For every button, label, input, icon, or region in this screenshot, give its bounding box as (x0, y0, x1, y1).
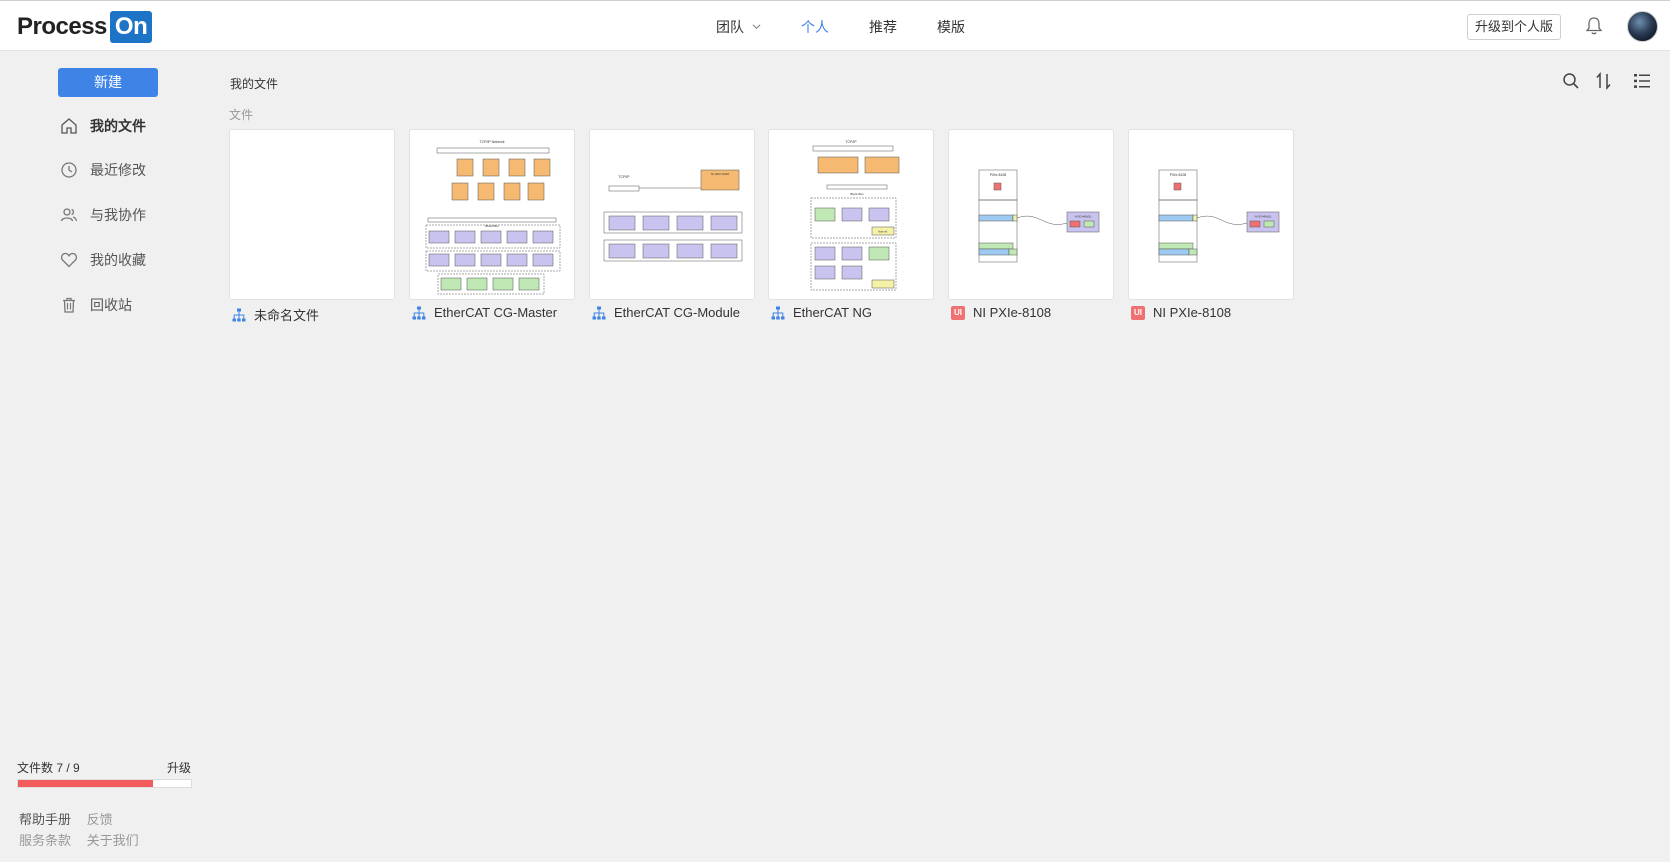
file-count-label: 文件数 7 / 9 (17, 761, 80, 775)
file-card[interactable]: TCP/IP Network Block Bus EtherCAT CG-Mas… (409, 129, 575, 320)
quota-upgrade-link[interactable]: 升级 (167, 759, 191, 776)
file-thumbnail[interactable]: TCP/IP NI cRIO 9022 (589, 129, 755, 300)
file-name[interactable]: EtherCAT CG-Master (434, 305, 557, 320)
clock-icon (61, 162, 77, 178)
file-card[interactable]: TCP/IP NI cRIO 9022 EtherCAT CG-Module (589, 129, 755, 320)
pxie-thumbnail: PXIe-8108 NI 9144(M1) (1158, 169, 1280, 263)
ethercat-module-thumbnail: TCP/IP NI cRIO 9022 (603, 169, 743, 262)
pxie-thumbnail: PXIe-8108 NI 9144(M1) (978, 169, 1100, 263)
sidebar-item-label: 回收站 (90, 297, 132, 313)
trash-icon (63, 297, 75, 313)
file-card[interactable]: PXIe-8108 NI 9144(M1) UI NI PXIe-8108 (1128, 129, 1294, 320)
logo-text: Process (17, 13, 107, 40)
main-nav: 团队 个人 推荐 模版 (716, 1, 1005, 52)
sidebar-item-favorites[interactable]: 我的收藏 (60, 248, 146, 272)
thumb-title: TCP/IP (845, 140, 857, 144)
thumb-title: TCP/IP (618, 175, 630, 179)
file-name[interactable]: EtherCAT NG (793, 305, 872, 320)
file-thumbnail[interactable]: PXIe-8108 NI 9144(M1) (948, 129, 1114, 300)
thumb-bus-label: Block Bus (850, 192, 864, 196)
flowchart-icon (771, 306, 785, 319)
thumb-title: TCP/IP Network (479, 140, 504, 144)
bell-icon[interactable] (1585, 16, 1603, 36)
thumb-box-label: NI 9144(M1) (1255, 215, 1272, 219)
sidebar-item-trash[interactable]: 回收站 (60, 293, 132, 317)
processon-logo[interactable]: Process On (17, 11, 153, 43)
chevron-down-icon (752, 24, 761, 30)
flowchart-icon (592, 306, 606, 319)
sidebar-item-my-files[interactable]: 我的文件 (60, 114, 146, 138)
sort-icon[interactable] (1595, 72, 1613, 90)
ethercat-ng-thumbnail: TCP/IP Block Bus Note ref. (810, 140, 900, 291)
nav-team-label: 团队 (716, 18, 744, 35)
file-quota-bar (17, 779, 192, 788)
upgrade-personal-button[interactable]: 升级到个人版 (1467, 14, 1562, 40)
thumb-title: PXIe-8108 (990, 173, 1007, 177)
nav-team[interactable]: 团队 (716, 17, 761, 37)
sidebar-item-shared[interactable]: 与我协作 (60, 203, 146, 227)
file-name[interactable]: EtherCAT CG-Module (614, 305, 740, 320)
new-button[interactable]: 新建 (58, 68, 158, 97)
flowchart-icon (412, 306, 426, 319)
file-name[interactable]: 未命名文件 (254, 305, 319, 324)
sidebar-item-label: 最近修改 (90, 162, 146, 178)
logo-box: On (109, 11, 153, 43)
about-link[interactable]: 关于我们 (87, 833, 139, 848)
section-label: 文件 (229, 108, 254, 122)
thumb-note-label: Note ref. (878, 231, 888, 234)
flowchart-icon (232, 308, 246, 321)
thumb-bus-label: Block Bus (485, 224, 499, 228)
thumb-controller-label: NI cRIO 9022 (711, 172, 730, 176)
ui-file-icon: UI (951, 305, 965, 320)
file-thumbnail[interactable]: PXIe-8108 NI 9144(M1) (1128, 129, 1294, 300)
blank-diagram-thumbnail (230, 130, 394, 299)
file-thumbnail[interactable] (229, 129, 395, 300)
file-thumbnail[interactable]: TCP/IP Network Block Bus (409, 129, 575, 300)
file-name[interactable]: NI PXIe-8108 (973, 305, 1051, 320)
thumb-box-label: NI 9144(M1) (1075, 215, 1092, 219)
sidebar-item-label: 我的文件 (90, 118, 146, 134)
sidebar-item-label: 我的收藏 (90, 252, 146, 268)
footer-links-row-2: 服务条款 关于我们 (19, 830, 151, 849)
ethercat-master-thumbnail: TCP/IP Network Block Bus (425, 140, 561, 295)
thumb-title: PXIe-8108 (1170, 173, 1187, 177)
terms-link[interactable]: 服务条款 (19, 833, 71, 848)
home-icon (61, 118, 77, 134)
top-bar: Process On 团队 个人 推荐 模版 升级到个人版 (0, 0, 1670, 51)
search-icon[interactable] (1562, 72, 1580, 90)
file-card[interactable]: PXIe-8108 NI 9144(M1) UI NI PXIe-8108 (948, 129, 1114, 320)
file-card[interactable]: 未命名文件 (229, 129, 395, 324)
file-card[interactable]: TCP/IP Block Bus Note ref. EtherCAT NG (768, 129, 934, 320)
sidebar-item-recent[interactable]: 最近修改 (60, 158, 146, 182)
footer-links-row-1: 帮助手册 反馈 (19, 809, 125, 828)
file-quota-fill (18, 780, 153, 787)
list-view-icon[interactable] (1633, 72, 1651, 90)
sidebar-item-label: 与我协作 (90, 207, 146, 223)
heart-icon (60, 252, 78, 268)
users-icon (60, 208, 78, 222)
nav-templates[interactable]: 模版 (937, 17, 965, 37)
avatar[interactable] (1627, 11, 1658, 42)
file-thumbnail[interactable]: TCP/IP Block Bus Note ref. (768, 129, 934, 300)
feedback-link[interactable]: 反馈 (87, 812, 113, 827)
nav-personal[interactable]: 个人 (801, 17, 829, 37)
nav-recommend[interactable]: 推荐 (869, 17, 897, 37)
file-name[interactable]: NI PXIe-8108 (1153, 305, 1231, 320)
breadcrumb: 我的文件 (230, 77, 279, 91)
help-link[interactable]: 帮助手册 (19, 812, 71, 827)
ui-file-icon: UI (1131, 305, 1145, 320)
